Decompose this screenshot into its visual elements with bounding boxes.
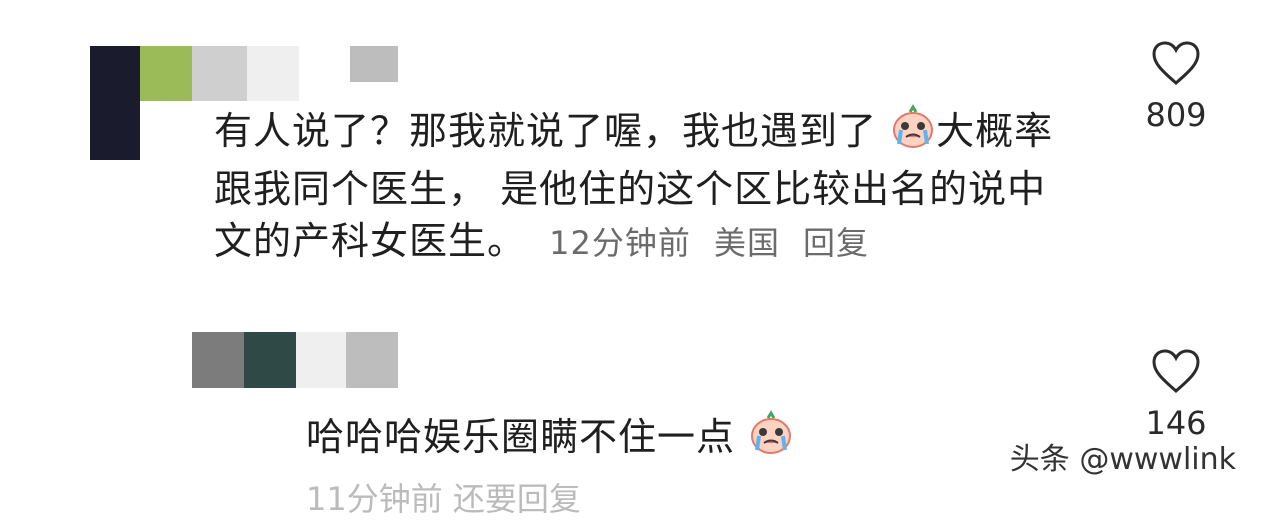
username-pixelated — [247, 46, 299, 101]
comment-time: 12分钟前 — [549, 224, 691, 262]
comment-meta-partial: 11分钟前 还要回复 — [306, 480, 581, 518]
username-pixelated — [244, 332, 296, 388]
username-pixelated[interactable] — [140, 46, 192, 101]
comment-text: 有人说了？那我就说了喔，我也遇到了 大概率 跟我同个医生， 是他住的这个区比较出… — [214, 104, 1094, 269]
avatar[interactable] — [90, 46, 140, 160]
username-pixelated — [350, 46, 398, 82]
watermark: 头条 @wwwlink — [1009, 442, 1236, 477]
comment-location: 美国 — [713, 224, 780, 262]
username-pixelated — [296, 332, 346, 388]
comment-text: 哈哈哈娱乐圈瞒不住一点 — [306, 410, 1006, 469]
reply-button[interactable]: 回复 — [803, 224, 869, 262]
heart-icon — [1152, 349, 1200, 393]
username-pixelated — [192, 46, 247, 101]
like-button[interactable]: 809 — [1140, 40, 1212, 134]
heart-icon — [1152, 41, 1200, 85]
like-button[interactable]: 146 — [1140, 348, 1212, 442]
like-count: 809 — [1145, 96, 1207, 134]
crying-face-emoji — [748, 410, 794, 469]
avatar[interactable] — [192, 332, 244, 388]
username-pixelated — [346, 332, 398, 388]
crying-face-emoji — [890, 104, 936, 163]
